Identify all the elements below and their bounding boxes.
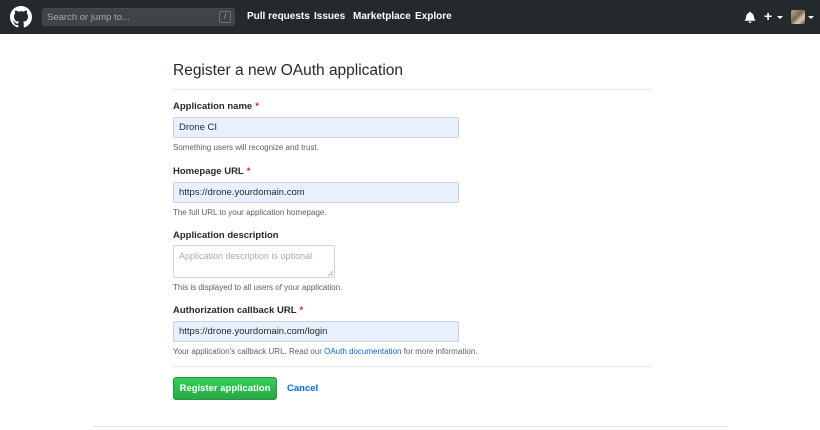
app-description-field[interactable]	[173, 245, 335, 278]
app-name-hint: Something users will recognize and trust…	[173, 143, 319, 152]
nav-issues[interactable]: Issues	[314, 11, 345, 22]
search-input[interactable]	[43, 9, 213, 25]
callback-url-label: Authorization callback URL *	[173, 305, 304, 316]
slash-shortcut-badge: /	[219, 11, 231, 23]
homepage-url-hint: The full URL to your application homepag…	[173, 208, 327, 217]
app-name-label: Application name *	[173, 101, 259, 112]
top-header: / Pull requests Issues Marketplace Explo…	[0, 0, 820, 34]
cancel-link[interactable]: Cancel	[287, 383, 318, 394]
homepage-url-field[interactable]	[173, 182, 459, 203]
search-box[interactable]: /	[42, 8, 235, 26]
avatar[interactable]	[791, 10, 805, 24]
github-logo-icon[interactable]	[10, 6, 32, 28]
plus-icon[interactable]: +	[764, 9, 772, 23]
chevron-down-icon	[777, 16, 783, 19]
homepage-url-label: Homepage URL *	[173, 166, 251, 177]
actions-divider	[173, 366, 651, 367]
oauth-documentation-link[interactable]: OAuth documentation	[324, 347, 401, 356]
resize-grip-icon[interactable]	[328, 271, 333, 276]
title-divider	[173, 89, 651, 90]
required-marker: *	[299, 305, 304, 316]
register-application-button[interactable]: Register application	[173, 377, 277, 400]
app-name-field[interactable]	[173, 117, 459, 138]
chevron-down-icon	[808, 16, 814, 19]
callback-url-field[interactable]	[173, 321, 459, 342]
nav-pull-requests[interactable]: Pull requests	[247, 11, 310, 22]
footer-divider	[93, 426, 728, 427]
nav-marketplace[interactable]: Marketplace	[353, 11, 411, 22]
page-title: Register a new OAuth application	[173, 62, 404, 79]
app-description-hint: This is displayed to all users of your a…	[173, 283, 343, 292]
nav-explore[interactable]: Explore	[415, 11, 452, 22]
required-marker: *	[246, 166, 251, 177]
app-description-label: Application description	[173, 230, 279, 241]
required-marker: *	[255, 101, 259, 112]
callback-url-hint: Your application's callback URL. Read ou…	[173, 347, 478, 356]
bell-icon[interactable]	[744, 11, 756, 23]
